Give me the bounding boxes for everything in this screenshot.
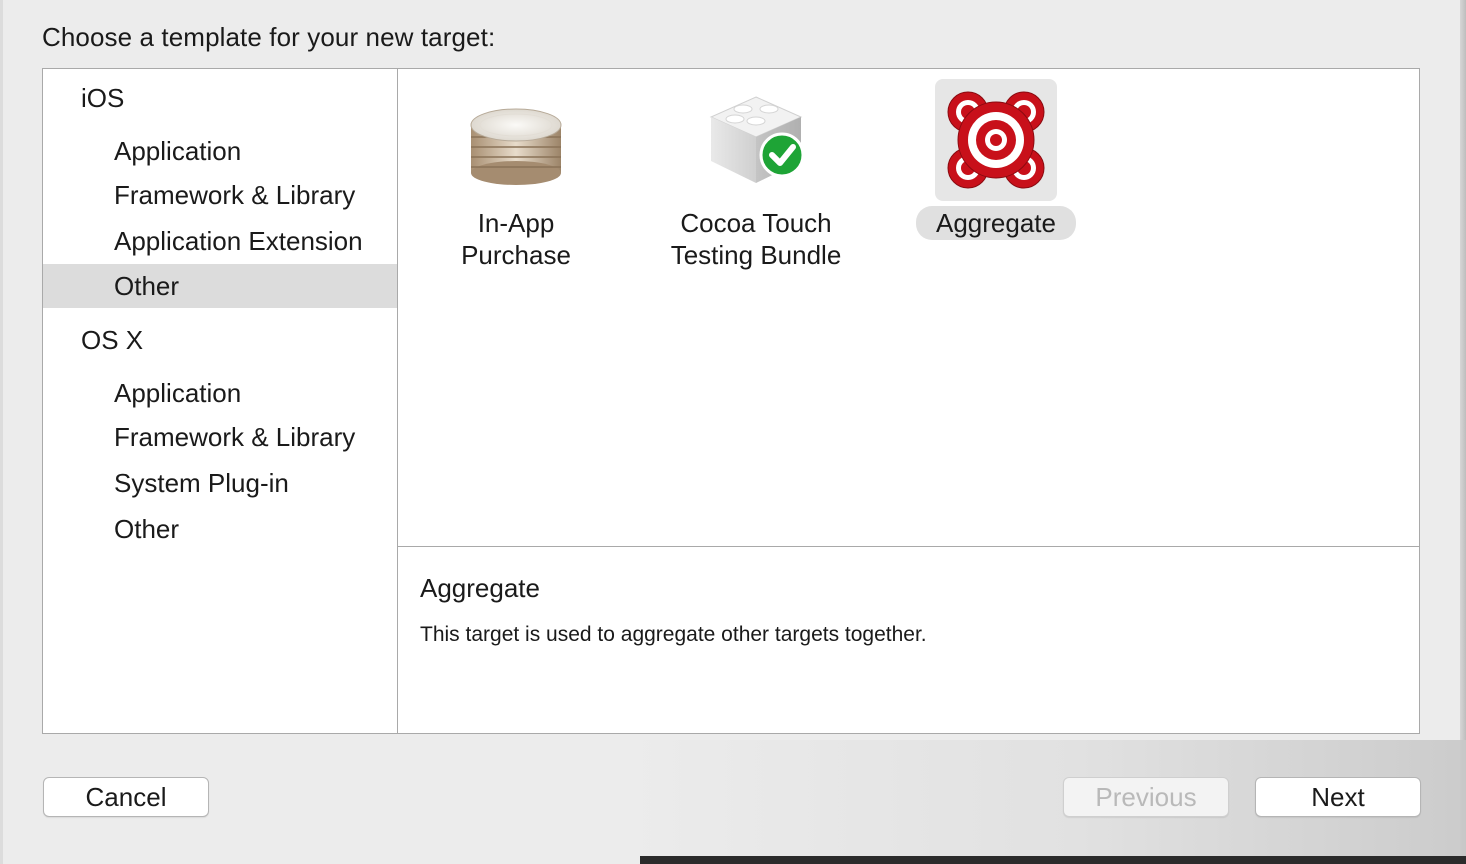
template-description: Aggregate This target is used to aggrega… <box>398 547 1419 733</box>
template-label: Aggregate <box>886 206 1106 240</box>
template-label-line1: Cocoa Touch <box>680 208 832 238</box>
template-grid: In-App Purchase Cocoa Touch Testing Bund… <box>398 69 1419 547</box>
template-label: In-App Purchase <box>406 207 626 271</box>
dialog-title: Choose a template for your new target: <box>42 22 496 52</box>
cancel-button[interactable]: Cancel <box>43 777 209 817</box>
description-text: This target is used to aggregate other t… <box>420 623 927 646</box>
sidebar-item-ios-other[interactable]: Other <box>43 264 397 308</box>
sidebar-item-ios-framework-library[interactable]: Framework & Library <box>43 173 397 217</box>
sidebar-item-osx-framework-library[interactable]: Framework & Library <box>43 415 397 459</box>
template-cocoa-touch-testing-bundle[interactable]: Cocoa Touch Testing Bundle <box>646 69 866 279</box>
sidebar-item-osx-application[interactable]: Application <box>43 371 397 415</box>
sidebar-group-osx: OS X <box>81 325 144 355</box>
template-chooser: iOS Application Framework & Library Appl… <box>42 68 1420 734</box>
template-in-app-purchase[interactable]: In-App Purchase <box>406 69 626 279</box>
coins-icon <box>455 79 577 201</box>
sidebar-item-osx-system-plug-in[interactable]: System Plug-in <box>43 461 397 505</box>
target-icon <box>935 79 1057 201</box>
template-label-line2: Purchase <box>461 240 571 270</box>
new-target-dialog: Choose a template for your new target: i… <box>0 0 1466 864</box>
sidebar-group-ios: iOS <box>81 83 125 113</box>
test-bundle-icon <box>695 79 817 201</box>
next-button[interactable]: Next <box>1255 777 1421 817</box>
template-label-line1: In-App <box>477 208 555 238</box>
sidebar-item-osx-other[interactable]: Other <box>43 507 397 551</box>
template-label-line2: Testing Bundle <box>670 240 842 270</box>
window-edge <box>0 0 3 864</box>
sidebar-item-ios-application[interactable]: Application <box>43 129 397 173</box>
sidebar-item-ios-application-extension[interactable]: Application Extension <box>43 219 397 263</box>
background-strip <box>640 856 1466 864</box>
template-label-line1: Aggregate <box>916 206 1076 240</box>
template-aggregate[interactable]: Aggregate <box>886 69 1106 249</box>
platform-sidebar: iOS Application Framework & Library Appl… <box>43 69 398 733</box>
description-title: Aggregate <box>420 573 540 603</box>
template-label: Cocoa Touch Testing Bundle <box>646 207 866 271</box>
previous-button[interactable]: Previous <box>1063 777 1229 817</box>
window-shadow <box>1460 0 1466 864</box>
